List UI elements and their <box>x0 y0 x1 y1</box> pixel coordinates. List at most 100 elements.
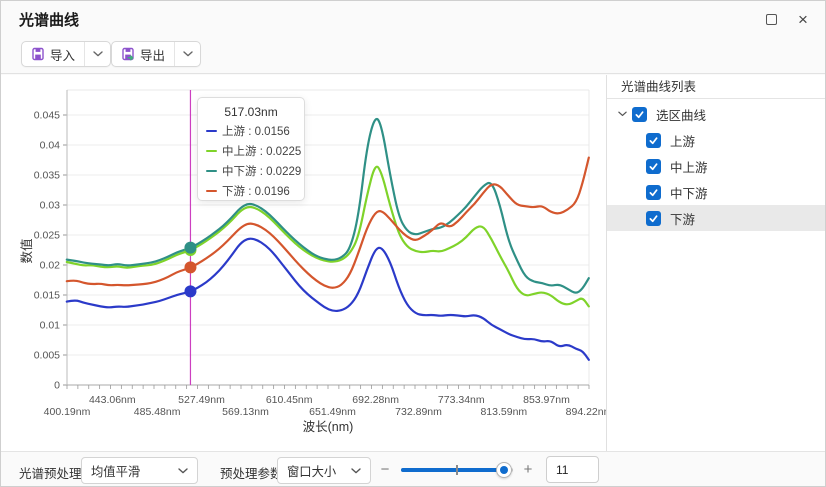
export-dropdown-button[interactable] <box>174 42 200 66</box>
close-button[interactable]: × <box>791 9 815 29</box>
y-tick-label: 0.01 <box>40 320 61 332</box>
slider-center-tick <box>456 465 458 475</box>
chevron-down-icon <box>93 51 103 57</box>
x-axis-title: 波长(nm) <box>303 420 354 434</box>
checkbox-curve[interactable] <box>646 185 661 200</box>
x-tick-label: 732.89nm <box>395 406 442 418</box>
window-title: 光谱曲线 <box>19 9 79 30</box>
chart-panel: 0 0.005 0.01 0.015 0.02 0.025 0.03 0.035 0.04 0.0… <box>1 75 606 451</box>
export-split-button: 导出 <box>111 41 201 67</box>
slider-thumb[interactable] <box>496 462 512 478</box>
checkbox-curve[interactable] <box>646 159 661 174</box>
maximize-button[interactable] <box>759 9 783 29</box>
tooltip-swatch <box>206 190 217 193</box>
tooltip-row: 中下游 : 0.0229 <box>206 161 296 181</box>
expander-chevron-icon[interactable] <box>615 107 629 121</box>
tree-row-curve[interactable]: 中上游 <box>607 153 826 179</box>
tooltip-row: 中上游 : 0.0225 <box>206 141 296 161</box>
marker-dot-下游 <box>184 261 196 273</box>
check-icon <box>648 187 659 198</box>
x-tick-label: 773.34nm <box>438 394 485 406</box>
slider-increase-button[interactable]: + <box>521 461 535 478</box>
preprocess-bar: 光谱预处理 均值平滑 预处理参数 窗口大小 − + <box>1 451 826 487</box>
y-tick-label: 0.02 <box>40 260 61 272</box>
x-tick-label: 813.59nm <box>480 406 527 418</box>
x-tick-label: 569.13nm <box>222 406 269 418</box>
window-size-slider[interactable] <box>401 457 513 483</box>
y-tick-label: 0.015 <box>34 290 60 302</box>
tree-label: 上游 <box>670 131 695 150</box>
import-button[interactable]: 导入 <box>22 42 84 66</box>
window-size-input[interactable] <box>546 456 599 483</box>
x-tick-label: 894.22nm <box>566 406 606 418</box>
tree-row-curve[interactable]: 中下游 <box>607 179 826 205</box>
checkbox-parent[interactable] <box>632 107 647 122</box>
slider-decrease-button[interactable]: − <box>378 461 392 478</box>
tree-label: 下游 <box>670 209 695 228</box>
y-tick-label: 0.035 <box>34 170 60 182</box>
slider-track-fill <box>401 468 504 472</box>
check-icon <box>648 161 659 172</box>
curve-list-sidebar: 光谱曲线列表 选区曲线 上游 中上游 中下游 <box>606 75 826 451</box>
y-tick-label: 0.045 <box>34 110 60 122</box>
tooltip-swatch <box>206 150 217 153</box>
x-tick-label: 610.45nm <box>266 394 313 406</box>
export-button[interactable]: 导出 <box>112 42 174 66</box>
titlebar: 光谱曲线 × <box>1 1 825 35</box>
preprocess-select-value: 均值平滑 <box>91 462 140 480</box>
param-label: 预处理参数 <box>220 463 283 482</box>
spectral-curve-window: 光谱曲线 × 导入 <box>0 0 826 487</box>
tooltip-swatch <box>206 170 217 173</box>
import-label: 导入 <box>50 45 75 64</box>
chevron-down-icon <box>351 468 361 474</box>
chevron-down-icon <box>183 51 193 57</box>
series-line-下游 <box>67 158 589 288</box>
marker-dot-上游 <box>184 285 196 297</box>
y-tick-label: 0.025 <box>34 230 60 242</box>
series-line-上游 <box>67 239 589 360</box>
export-label: 导出 <box>140 45 165 64</box>
x-tick-label: 527.49nm <box>178 394 225 406</box>
y-tick-label: 0 <box>54 380 60 392</box>
import-dropdown-button[interactable] <box>84 42 110 66</box>
tooltip-swatch <box>206 130 217 133</box>
curve-list-header: 光谱曲线列表 <box>607 75 826 99</box>
param-select-value: 窗口大小 <box>287 462 336 480</box>
marker-dot-中下游 <box>184 242 196 254</box>
x-tick-label: 651.49nm <box>309 406 356 418</box>
tooltip-wavelength: 517.03nm <box>206 103 296 121</box>
x-tick-label: 400.19nm <box>44 406 91 418</box>
x-tick-label: 443.06nm <box>89 394 136 406</box>
tree-label: 中下游 <box>670 183 708 202</box>
export-icon <box>121 47 135 61</box>
x-tick-label: 692.28nm <box>352 394 399 406</box>
x-tick-label: 485.48nm <box>134 406 181 418</box>
preprocess-label: 光谱预处理 <box>19 463 82 482</box>
chart-tooltip: 517.03nm 上游 : 0.0156 中上游 : 0.0225 中下游 : … <box>197 97 305 201</box>
checkbox-curve[interactable] <box>646 211 661 226</box>
check-icon <box>648 135 659 146</box>
y-tick-label: 0.005 <box>34 350 60 362</box>
preprocess-select[interactable]: 均值平滑 <box>81 457 198 484</box>
toolbar: 导入 导出 <box>1 35 825 74</box>
chevron-down-icon <box>178 468 188 474</box>
series-line-中上游 <box>67 167 589 307</box>
param-select[interactable]: 窗口大小 <box>277 457 371 484</box>
check-icon <box>648 213 659 224</box>
y-tick-label: 0.04 <box>40 140 61 152</box>
maximize-icon <box>766 14 777 25</box>
checkbox-curve[interactable] <box>646 133 661 148</box>
check-icon <box>634 109 645 120</box>
tree-row-curve[interactable]: 下游 <box>607 205 826 231</box>
tooltip-row: 下游 : 0.0196 <box>206 181 296 201</box>
tree-label: 中上游 <box>670 157 708 176</box>
y-axis-title: 数值 <box>19 238 34 263</box>
tree-row-curve[interactable]: 上游 <box>607 127 826 153</box>
import-split-button: 导入 <box>21 41 111 67</box>
slider-thumb-dot <box>500 466 508 474</box>
tree-label: 选区曲线 <box>656 105 706 124</box>
curve-tree: 选区曲线 上游 中上游 中下游 下游 <box>607 99 826 231</box>
tree-row-parent[interactable]: 选区曲线 <box>607 101 826 127</box>
y-tick-label: 0.03 <box>40 200 61 212</box>
import-icon <box>31 47 45 61</box>
